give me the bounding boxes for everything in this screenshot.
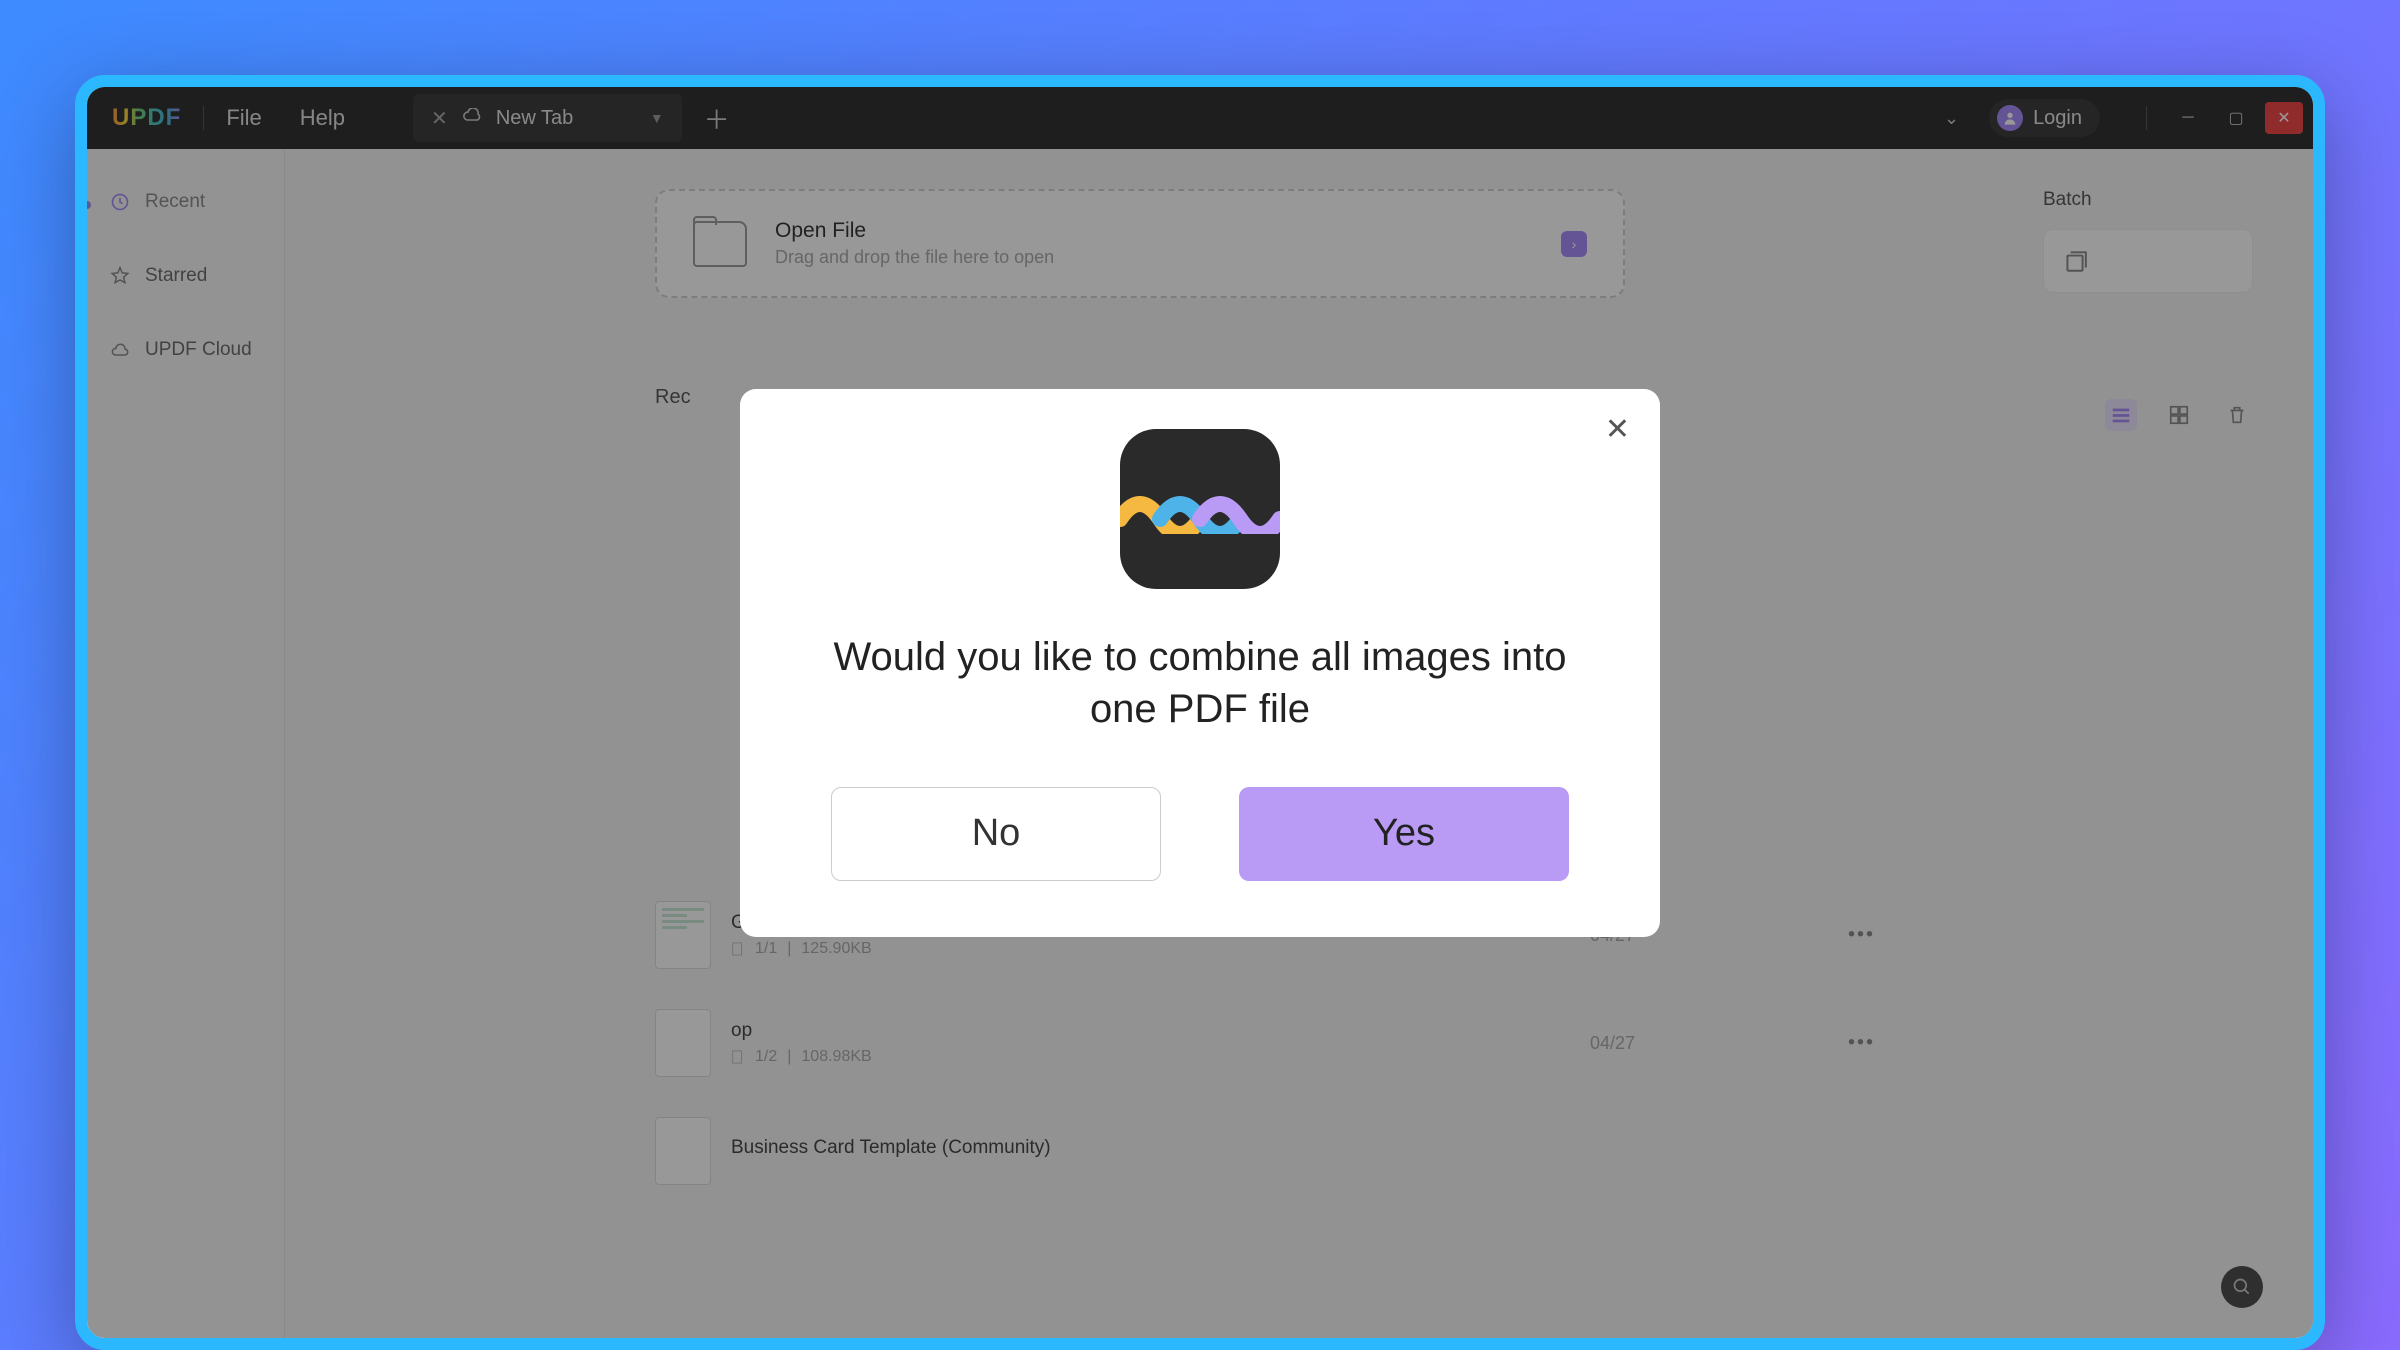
combine-modal: ✕ Would you like to combine all images i… [740, 389, 1660, 937]
modal-buttons: No Yes [796, 787, 1604, 881]
no-button[interactable]: No [831, 787, 1161, 881]
modal-overlay: ✕ Would you like to combine all images i… [87, 87, 2313, 1338]
modal-close-button[interactable]: ✕ [1605, 415, 1630, 445]
app-icon [1120, 429, 1280, 589]
modal-message: Would you like to combine all images int… [796, 631, 1604, 735]
app-window: UPDF File Help ✕ New Tab ▼ ＋ ⌄ Login ─ ▢… [75, 75, 2325, 1350]
yes-button[interactable]: Yes [1239, 787, 1569, 881]
